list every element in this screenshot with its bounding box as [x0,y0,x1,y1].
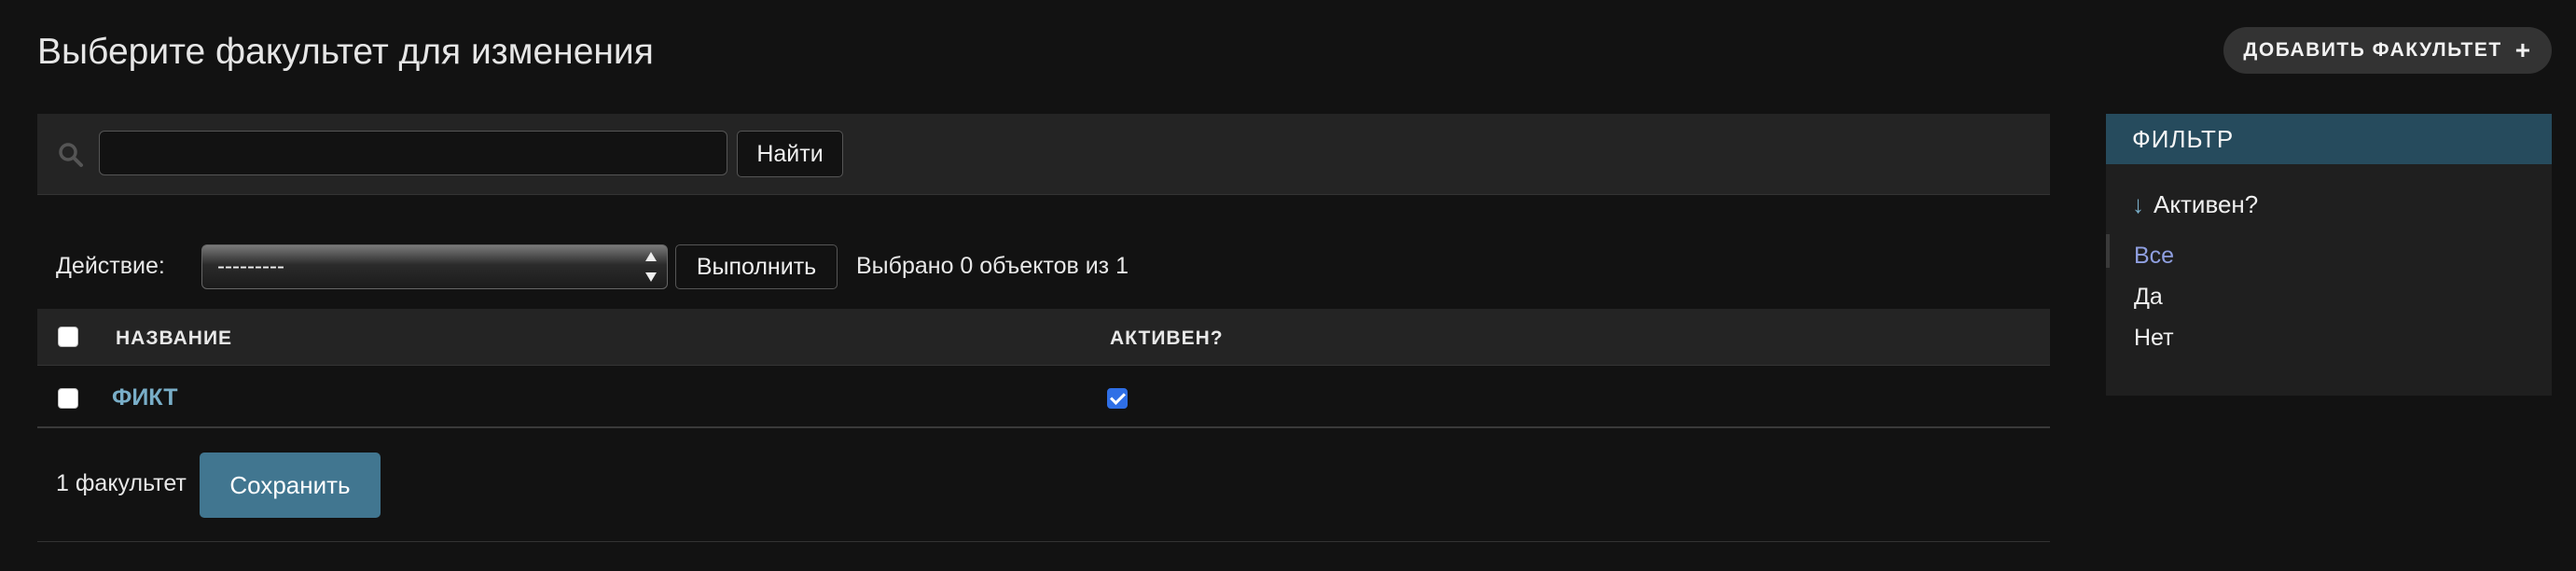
filter-option-all[interactable]: Все [2134,243,2174,270]
search-button[interactable]: Найти [737,131,843,177]
search-input[interactable] [99,131,727,175]
filter-toggle-active[interactable]: ↓ Активен? [2132,190,2258,219]
save-button[interactable]: Сохранить [200,453,381,518]
filter-header: Фильтр [2106,114,2552,164]
arrow-down-icon: ↓ [2132,190,2144,218]
table-row: ФИКТ [37,366,2050,428]
filter-option-no[interactable]: Нет [2134,325,2174,352]
search-toolbar: Найти [37,114,2050,195]
filter-title-label: Активен? [2154,190,2259,218]
filter-selected-indicator [2106,234,2110,268]
active-status-checkbox[interactable] [1107,388,1128,409]
select-all-checkbox[interactable] [58,327,78,347]
table-header: Название Активен? [37,309,2050,366]
column-header-active[interactable]: Активен? [1110,327,1224,350]
filter-option-yes[interactable]: Да [2134,284,2163,311]
add-faculty-button[interactable]: Добавить факультет + [2223,27,2552,74]
run-action-button[interactable]: Выполнить [675,244,838,289]
plus-icon: + [2514,35,2532,64]
selection-counter: Выбрано 0 объектов из 1 [856,253,1129,279]
row-select-checkbox[interactable] [58,388,78,409]
column-header-name[interactable]: Название [116,327,232,350]
filter-sidebar: Фильтр ↓ Активен? Все Да Нет [2106,114,2552,396]
page-title: Выберите факультет для изменения [37,32,654,72]
divider [37,541,2050,542]
result-count: 1 факультет [56,470,187,496]
faculty-link[interactable]: ФИКТ [112,384,177,411]
action-select-value: --------- [217,254,284,279]
add-faculty-button-label: Добавить факультет [2243,39,2502,61]
action-label: Действие: [56,253,165,279]
action-select[interactable]: --------- [201,244,668,289]
select-arrows-icon [644,252,658,282]
search-icon [59,143,83,167]
